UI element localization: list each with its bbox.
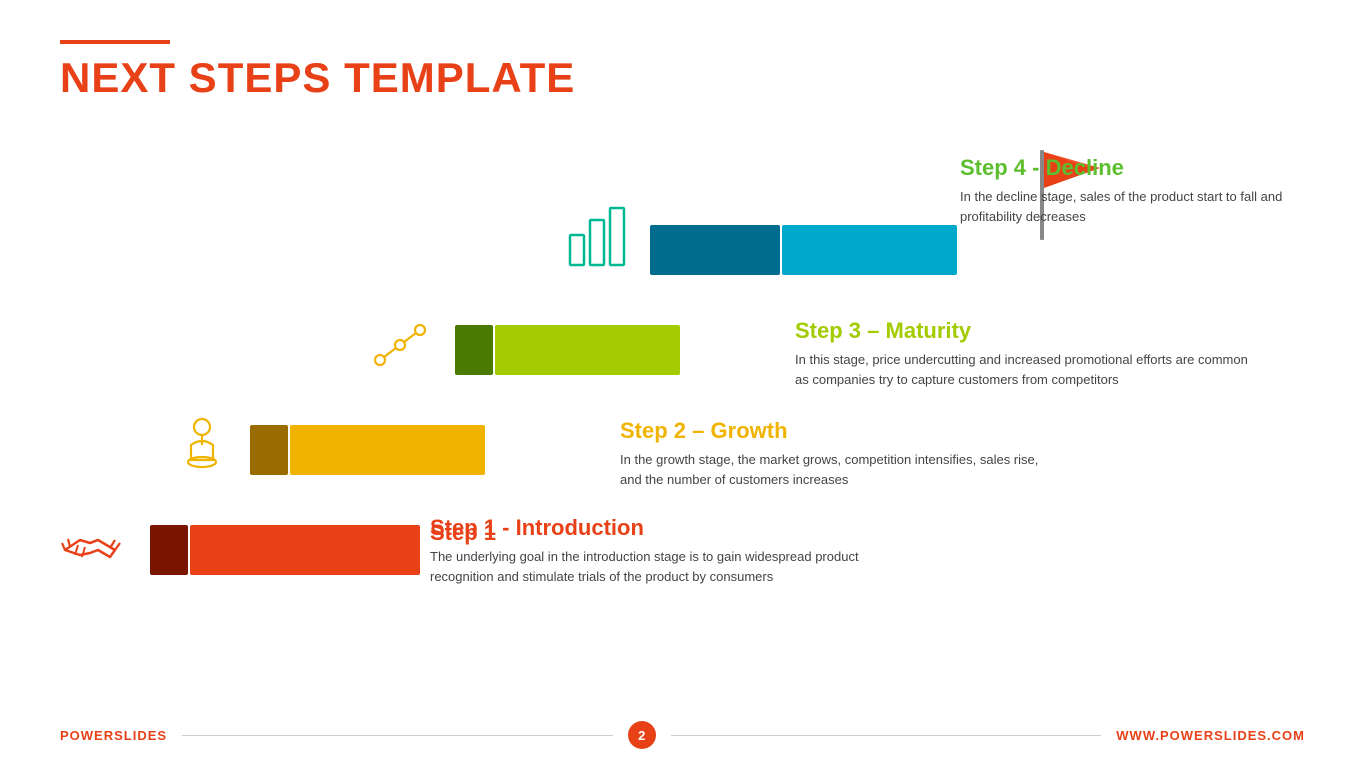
step3-bar-small [455,325,493,375]
footer-website: WWW.POWERSLIDES.COM [1116,728,1305,743]
step2-description: In the growth stage, the market grows, c… [620,450,1060,490]
title-red: TEMPLATE [344,54,575,101]
step3-text-block: Step 3 – Maturity In this stage, price u… [795,318,1255,390]
step4-bar-left [650,225,780,275]
step2-full-title: Step 2 – Growth [620,418,1060,444]
step1-bar-main [190,525,420,575]
header: NEXT STEPS TEMPLATE [60,40,575,102]
step4-description: In the decline stage, sales of the produ… [960,187,1305,227]
step2-text-block: Step 2 – Growth In the growth stage, the… [620,418,1060,490]
step1-visual [60,515,420,585]
header-accent-line [60,40,170,44]
step3-bar-main [495,325,680,375]
steps-container: Step 1 Step 1 - Introduction The underly… [60,140,1305,707]
footer-line-left [182,735,613,736]
step1-description: The underlying goal in the introduction … [430,547,870,587]
person-icon [175,415,230,485]
step1-bar-small [150,525,188,575]
handshake-icon [60,515,130,585]
footer-brand-red: SLIDES [114,728,167,743]
step1-full-title: Step 1 - Introduction [430,515,870,541]
footer-brand-black: POWER [60,728,114,743]
step3-visual [370,315,680,385]
step4-full-title: Step 4 - Decline [960,155,1305,181]
step4-bar-right [782,225,957,275]
footer-brand: POWERSLIDES [60,728,167,743]
step2-bar-small [250,425,288,475]
step2-visual [175,415,485,485]
page-title: NEXT STEPS TEMPLATE [60,54,575,102]
step3-full-title: Step 3 – Maturity [795,318,1255,344]
step1-bars [150,525,420,575]
footer: POWERSLIDES 2 WWW.POWERSLIDES.COM [0,721,1365,749]
step4-bars [650,225,957,275]
footer-line-right [671,735,1102,736]
step3-bars [455,325,680,375]
title-black: NEXT STEPS [60,54,331,101]
footer-page-number: 2 [628,721,656,749]
step2-bars [250,425,485,475]
step3-description: In this stage, price undercutting and in… [795,350,1255,390]
linechart-icon [370,315,435,385]
step1-text-block: Step 1 - Introduction The underlying goa… [430,515,870,587]
step4-visual [565,200,957,275]
barchart-icon [565,200,630,275]
step2-bar-main [290,425,485,475]
step4-text-block: Step 4 - Decline In the decline stage, s… [960,155,1305,227]
